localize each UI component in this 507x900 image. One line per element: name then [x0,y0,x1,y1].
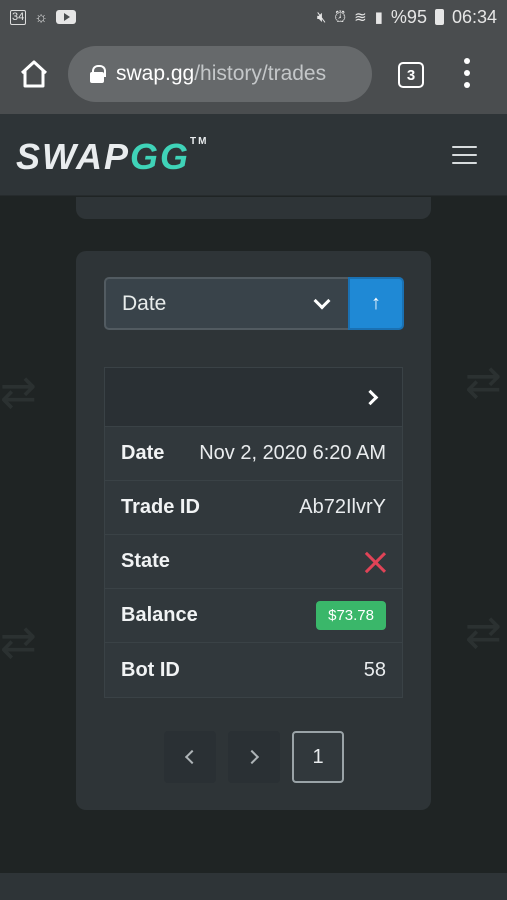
previous-card-edge [76,197,431,219]
chevron-right-icon [362,389,379,405]
battery-icon [434,9,444,25]
balance-badge: $73.78 [316,601,386,630]
youtube-icon [56,10,76,24]
trade-date-value: Nov 2, 2020 6:20 AM [199,442,386,464]
arrow-pattern-icon: ⇄ [465,608,502,657]
hamburger-menu-icon[interactable] [452,146,477,164]
arrow-pattern-icon: ⇄ [0,368,37,417]
trade-row-state: State [105,535,402,589]
page-1-button[interactable]: 1 [292,731,344,783]
arrow-up-icon: ↑ [371,292,381,314]
address-bar[interactable]: swap.gg/history/trades [68,46,372,102]
trade-id-value: Ab72IlvrY [299,496,386,518]
notification-badge: 34 [10,9,27,25]
sort-direction-button[interactable]: ↑ [348,277,404,330]
chevron-down-icon [313,292,331,309]
overflow-menu-icon[interactable] [463,58,471,88]
mute-icon: 🔇︎ [316,8,327,26]
trade-expand-row[interactable] [105,368,402,427]
browser-toolbar: swap.gg/history/trades 3 [0,34,507,114]
bot-id-value: 58 [363,658,386,681]
tab-switcher-button[interactable]: 3 [398,62,424,88]
next-page-button[interactable] [228,731,280,783]
home-icon[interactable] [18,58,50,90]
x-icon [364,551,386,573]
trade-row-id: Trade ID Ab72IlvrY [105,481,402,535]
site-header: SWAPGGTM [0,114,507,196]
sort-field-value: Date [122,291,167,315]
wifi-icon: ≋ [354,9,367,26]
url-domain: swap.gg [116,62,195,85]
trade-row-bot-id: Bot ID 58 [105,643,402,697]
battery-percent: %95 [390,6,427,27]
status-right: 🔇︎ ⏰︎ ≋ ▮ %95 06:34 [317,7,497,28]
status-left: 34 ☼ [10,9,76,26]
trade-history-card: Date ↑ Date Nov 2, 2020 6:20 AM Trade ID… [76,251,431,810]
chevron-left-icon [184,749,200,765]
row-label: Balance [121,604,198,626]
pagination: 1 [164,731,344,783]
footer-edge [0,873,507,900]
row-label: Trade ID [121,496,200,518]
arrow-pattern-icon: ⇄ [0,618,37,667]
sort-field-select[interactable]: Date [104,277,350,330]
weather-icon: ☼ [34,8,48,26]
status-bar: 34 ☼ 🔇︎ ⏰︎ ≋ ▮ %95 06:34 [0,0,507,34]
chevron-right-icon [244,749,260,765]
row-label: Date [121,442,165,464]
trade-entry: Date Nov 2, 2020 6:20 AM Trade ID Ab72Il… [104,367,403,698]
trade-row-date: Date Nov 2, 2020 6:20 AM [105,427,402,481]
url-path: /history/trades [194,62,327,85]
signal-icon: ▮ [374,9,383,26]
arrow-pattern-icon: ⇄ [465,358,502,407]
clock: 06:34 [451,6,497,27]
trade-row-balance: Balance $73.78 [105,589,402,643]
swapgg-logo[interactable]: SWAPGGTM [16,136,208,178]
row-label: Bot ID [121,658,180,681]
prev-page-button[interactable] [164,731,216,783]
alarm-icon: ⏰︎ [334,8,347,26]
lock-icon [90,65,106,83]
row-label: State [121,550,170,572]
